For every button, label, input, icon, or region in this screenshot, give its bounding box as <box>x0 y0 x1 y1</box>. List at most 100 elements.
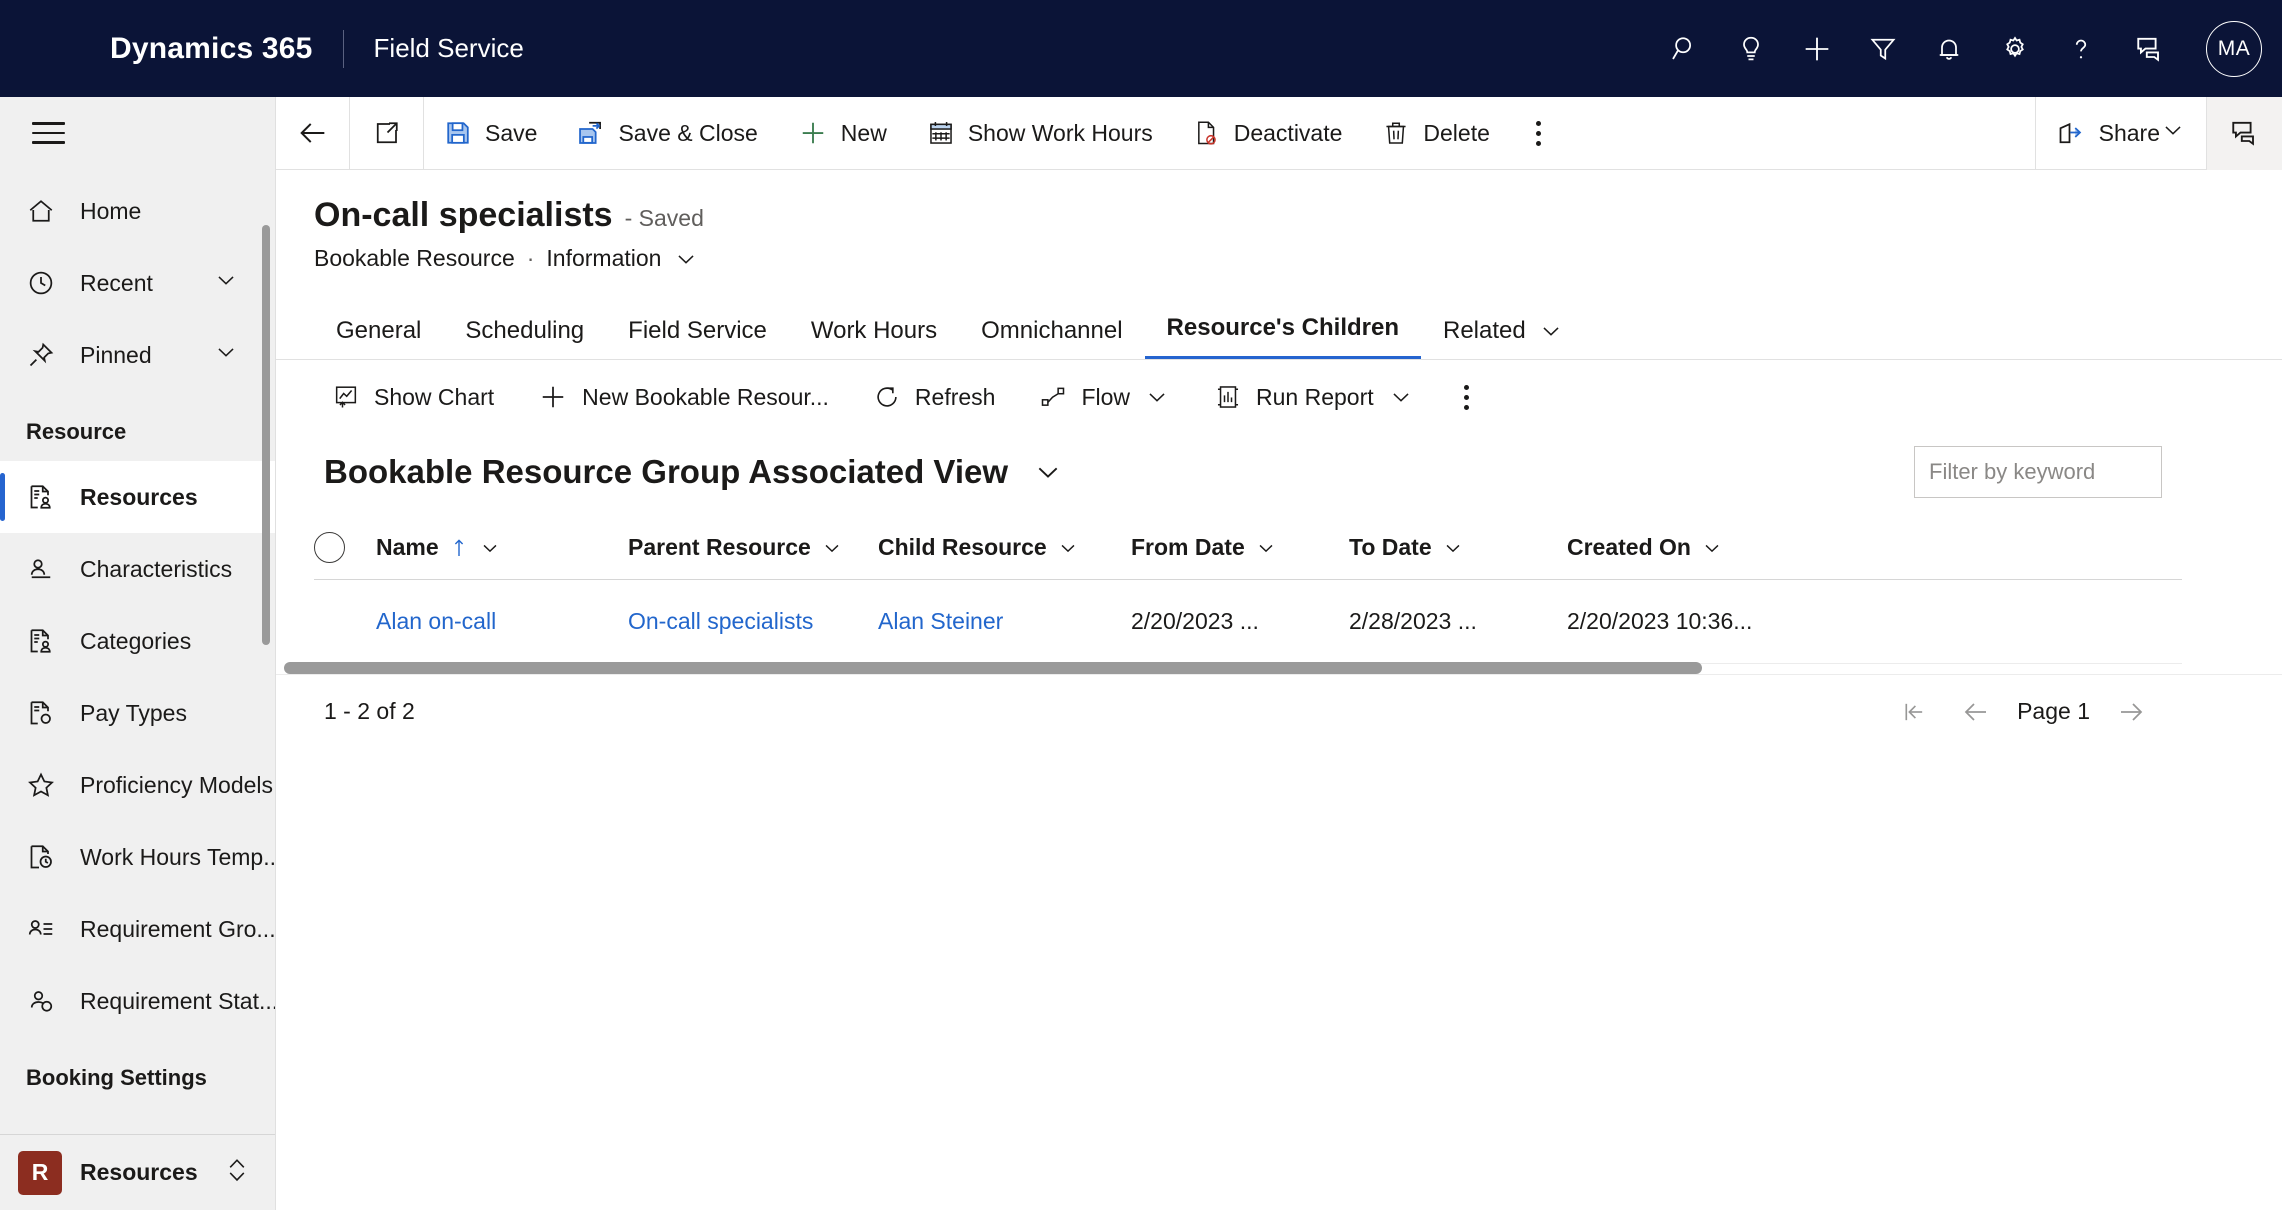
tab-related[interactable]: Related <box>1421 317 1586 359</box>
run-report-button[interactable]: Run Report <box>1196 371 1432 423</box>
plus-icon[interactable] <box>1784 0 1850 97</box>
cell-created-on: 2/20/2023 10:36... <box>1567 608 1753 634</box>
table-row[interactable]: Alan on-call On-call specialists Alan St… <box>314 580 2182 664</box>
updown-chevron-icon[interactable] <box>223 1153 251 1192</box>
cell-parent-resource[interactable]: On-call specialists <box>628 608 878 635</box>
bell-icon[interactable] <box>1916 0 1982 97</box>
sidebar-item-pay-types[interactable]: Pay Types <box>0 677 275 749</box>
sidebar-item-requirement-groups[interactable]: Requirement Gro... <box>0 893 275 965</box>
tab-scheduling[interactable]: Scheduling <box>443 317 606 359</box>
cell-name[interactable]: Alan on-call <box>376 608 628 635</box>
breadcrumb-form-name[interactable]: Information <box>546 245 661 272</box>
question-icon[interactable] <box>2048 0 2114 97</box>
sidebar-item-resources[interactable]: Resources <box>0 461 275 533</box>
refresh-button[interactable]: Refresh <box>855 371 1014 423</box>
save-button[interactable]: Save <box>424 97 557 170</box>
column-header-to-date[interactable]: To Date <box>1349 534 1567 561</box>
new-label: New <box>840 119 887 146</box>
gear-icon[interactable] <box>1982 0 2048 97</box>
app-switcher-label: Resources <box>80 1159 198 1185</box>
chevron-down-icon[interactable] <box>213 267 239 299</box>
column-header-from-date[interactable]: From Date <box>1131 534 1349 561</box>
characteristic-icon <box>26 554 68 584</box>
sidebar-item-characteristics[interactable]: Characteristics <box>0 533 275 605</box>
scrollbar-thumb[interactable] <box>284 662 1702 674</box>
tab-field-service[interactable]: Field Service <box>606 317 789 359</box>
view-title[interactable]: Bookable Resource Group Associated View <box>324 453 1008 491</box>
search-icon[interactable] <box>1652 0 1718 97</box>
column-header-parent-resource[interactable]: Parent Resource <box>628 534 878 561</box>
chevron-down-icon[interactable] <box>1442 537 1464 559</box>
chevron-down-icon[interactable] <box>1388 384 1414 410</box>
share-button[interactable]: Share <box>2036 97 2206 170</box>
sidebar-item-label: Proficiency Models <box>80 771 274 798</box>
app-switcher[interactable]: R Resources <box>0 1134 275 1210</box>
chevron-down-icon[interactable] <box>1032 456 1064 488</box>
pin-icon <box>26 340 68 370</box>
sidebar-resource-group: Resources Characteristics Categories Pay… <box>0 461 275 1037</box>
first-page-icon[interactable] <box>1883 681 1945 743</box>
tab-omnichannel[interactable]: Omnichannel <box>959 317 1144 359</box>
select-all-cell[interactable] <box>314 532 376 563</box>
tab-work-hours[interactable]: Work Hours <box>789 317 959 359</box>
chevron-down-icon[interactable] <box>821 537 843 559</box>
column-header-created-on[interactable]: Created On <box>1567 534 1827 561</box>
refresh-icon <box>873 383 901 411</box>
chevron-down-icon[interactable] <box>1144 384 1170 410</box>
column-header-child-resource[interactable]: Child Resource <box>878 534 1131 561</box>
sidebar-group-title-resource: Resource <box>26 419 127 444</box>
new-button[interactable]: New <box>778 97 907 170</box>
chevron-down-icon[interactable] <box>1057 537 1079 559</box>
record-count-label: 1 - 2 of 2 <box>324 698 415 724</box>
tab-general[interactable]: General <box>314 317 443 359</box>
chevron-down-icon[interactable] <box>1255 537 1277 559</box>
sidebar-item-pinned[interactable]: Pinned <box>0 319 275 391</box>
sidebar-item-label: Characteristics <box>80 555 233 582</box>
grid-horizontal-scrollbar[interactable] <box>284 662 1862 674</box>
chat-icon[interactable] <box>2114 0 2186 97</box>
new-bookable-resource-button[interactable]: New Bookable Resour... <box>520 371 847 423</box>
chat-panel-icon[interactable] <box>2206 96 2282 170</box>
delete-button[interactable]: Delete <box>1362 97 1509 170</box>
show-chart-button[interactable]: Show Chart <box>314 371 512 423</box>
filter-icon[interactable] <box>1850 0 1916 97</box>
trash-icon <box>1382 119 1410 147</box>
avatar[interactable]: MA <box>2186 0 2282 97</box>
sidebar-item-label: Categories <box>80 627 192 654</box>
tab-resources-children[interactable]: Resource's Children <box>1144 314 1421 359</box>
page-number-label: Page 1 <box>2017 698 2090 724</box>
flow-button[interactable]: Flow <box>1021 371 1188 423</box>
chevron-down-icon[interactable] <box>673 246 699 272</box>
show-work-hours-button[interactable]: Show Work Hours <box>907 97 1173 170</box>
ellipsis-icon[interactable] <box>1510 97 1568 170</box>
sidebar-item-categories[interactable]: Categories <box>0 605 275 677</box>
star-icon <box>26 770 68 800</box>
search-input[interactable] <box>1929 459 2161 485</box>
select-all-checkbox[interactable] <box>314 532 345 563</box>
sidebar-item-requirement-status[interactable]: Requirement Stat... <box>0 965 275 1037</box>
sidebar-item-recent[interactable]: Recent <box>0 247 275 319</box>
back-arrow-icon[interactable] <box>276 96 350 170</box>
column-header-name[interactable]: Name <box>376 534 628 561</box>
filter-by-keyword-box[interactable] <box>1914 446 2162 498</box>
resource-icon <box>26 626 68 656</box>
lightbulb-icon[interactable] <box>1718 0 1784 97</box>
sidebar-item-proficiency-models[interactable]: Proficiency Models <box>0 749 275 821</box>
popout-icon[interactable] <box>350 96 424 170</box>
chevron-down-icon[interactable] <box>1538 318 1564 344</box>
ellipsis-icon[interactable] <box>1440 371 1494 423</box>
sidebar-scrollbar[interactable] <box>262 225 270 645</box>
chevron-down-icon[interactable] <box>213 339 239 371</box>
chevron-down-icon[interactable] <box>479 537 501 559</box>
save-and-close-button[interactable]: Save & Close <box>557 97 777 170</box>
sidebar-item-home[interactable]: Home <box>0 175 275 247</box>
calendar-icon <box>927 119 955 147</box>
sidebar-item-work-hours-templates[interactable]: Work Hours Temp... <box>0 821 275 893</box>
chevron-down-icon[interactable] <box>2160 117 2186 149</box>
prev-page-icon[interactable] <box>1945 681 2007 743</box>
deactivate-button[interactable]: Deactivate <box>1173 97 1363 170</box>
chevron-down-icon[interactable] <box>1701 537 1723 559</box>
next-page-icon[interactable] <box>2100 681 2162 743</box>
hamburger-menu-icon[interactable] <box>0 97 275 169</box>
cell-child-resource[interactable]: Alan Steiner <box>878 608 1131 635</box>
